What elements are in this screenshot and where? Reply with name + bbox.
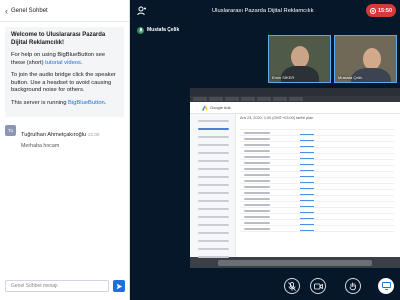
send-button[interactable] [113,280,125,292]
shared-dock [218,260,372,266]
chat-panel: ‹ Genel Sohbet Welcome to Uluslararası P… [0,0,130,300]
meeting-title: Uluslararası Pazarda Dijital Reklamcılık [212,8,314,14]
users-toggle-button[interactable] [136,5,148,17]
google-ads-header: Google Ads [190,102,400,114]
send-icon [116,283,122,289]
present-options-button[interactable] [378,278,394,294]
welcome-title: Welcome to Uluslararası Pazarda Dijital … [11,32,106,46]
chat-message: Tu Tuğrulhan Ahmetçakıroğlu 21:00 Merhaba… [5,123,124,149]
shared-browser-bar [190,88,400,96]
mute-microphone-button[interactable] [284,278,300,294]
google-ads-sidebar [190,114,236,258]
top-bar: Uluslararası Pazarda Dijital Reklamcılık… [130,0,400,22]
talking-indicator[interactable]: Mustafa Çelik [137,26,179,34]
hand-icon [349,282,356,290]
chevron-left-icon[interactable]: ‹ [5,6,8,16]
record-icon [369,7,376,14]
webcam-name: Emin SİKER [272,75,295,80]
microphone-icon [137,26,144,34]
webcam-video[interactable]: Mustafa Çelik [334,35,397,83]
raise-hand-button[interactable] [345,278,361,294]
server-suffix: . [104,99,107,106]
chat-title: Genel Sohbet [11,7,48,14]
message-text: Merhaba hocam [21,143,60,149]
google-ads-title: Google Ads [210,105,231,110]
welcome-message: Welcome to Uluslararası Pazarda Dijital … [5,27,124,117]
server-prefix: This server is running [11,99,69,106]
server-text: This server is running BigBlueButton. [11,100,119,108]
recording-button[interactable]: 15:50 [366,4,396,17]
screenshare-view[interactable]: Google Ads Ara 23, 2020, 1:00 (GMT+03:00… [190,88,400,268]
webcam-name: Mustafa Çelik [338,75,363,80]
share-webcam-button[interactable] [310,278,326,294]
video-icon [313,283,323,289]
message-time: 21:00 [88,132,100,137]
message-sender: Tuğrulhan Ahmetçakıroğlu [21,132,87,138]
bigbluebutton-link[interactable]: BigBlueButton [68,100,105,106]
microphone-muted-icon [288,281,296,291]
webcam-video[interactable]: Emin SİKER [268,35,331,83]
chat-input[interactable] [5,280,109,292]
help-suffix: . [80,59,83,66]
recording-time: 15:50 [377,7,393,14]
users-icon [137,6,146,16]
google-ads-logo-icon [202,105,208,111]
presenter-name: Mustafa Çelik [147,27,180,33]
help-text: For help on using BigBlueButton see thes… [11,52,119,67]
desktop-share-icon [381,282,391,290]
webcam-person-image [291,46,309,68]
audio-bridge-text: To join the audio bridge click the speak… [11,72,116,93]
tutorial-videos-link[interactable]: tutorial videos [45,60,81,66]
keyword-plan-table: Ara 23, 2020, 1:00 (GMT+03:00) tarihli p… [240,116,394,253]
shared-page: Google Ads Ara 23, 2020, 1:00 (GMT+03:00… [190,102,400,258]
plan-date-range: Ara 23, 2020, 1:00 (GMT+03:00) tarihli p… [240,116,314,120]
avatar: Tu [5,125,16,136]
chat-input-row [5,280,125,292]
webcam-person-image [363,48,381,70]
chat-header[interactable]: ‹ Genel Sohbet [0,0,129,22]
